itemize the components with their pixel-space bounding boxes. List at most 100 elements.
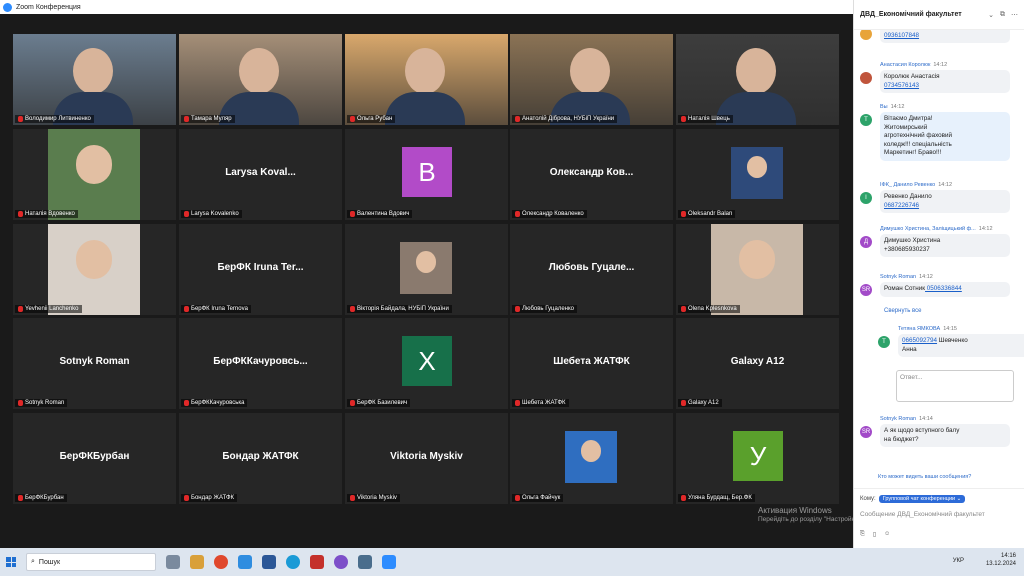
input-language[interactable]: УКР [953,558,964,564]
phone-link[interactable]: 0687226746 [884,202,919,209]
participant-name-label: Тамара Муляр [181,115,235,123]
profile-photo [711,224,803,315]
participant-name-label: Viktoria Myskiv [347,494,400,502]
message-bubble[interactable]: Вітаємо Дмитра! Житомирський агротехнічний… [880,112,1010,161]
participant-tile[interactable]: БерФККачуровсь... БерФККачуровська [179,318,342,409]
phone-link[interactable]: 0734576143 [884,82,919,89]
participant-name-label: Анатолій Діброва, НУБіП України [512,115,618,123]
face [738,240,776,279]
participant-name: Анатолій Діброва, НУБіП України [522,116,615,122]
message-time: 14:12 [919,274,933,280]
participant-tile[interactable]: БерФК Iruna Ter... БерФК Iruna Ternova [179,224,342,315]
participant-tile[interactable]: Ольга Рубан [345,34,508,125]
chat-messages[interactable]: Мальвіна Гутковська0936107848 Анастасия К… [854,30,1024,470]
muted-mic-icon [515,211,520,217]
reply-input[interactable]: Ответ... [896,370,1014,402]
participant-tile[interactable]: Бондар ЖАТФК Бондар ЖАТФК [179,413,342,504]
participant-tile[interactable]: Olena Kplesnkova [676,224,839,315]
muted-mic-icon [350,306,355,312]
participant-display-name: Larysa Koval... [225,167,296,178]
task-view-icon[interactable] [166,555,180,569]
participant-display-name: Viktoria Myskiv [390,451,463,462]
face [415,251,437,274]
phone-link[interactable]: 0936107848 [884,32,919,39]
muted-mic-icon [681,400,686,406]
phone-link[interactable]: 0665092794 [902,337,937,344]
participant-tile[interactable]: Viktoria Myskiv Viktoria Myskiv [345,413,508,504]
chat-header: ДВД_Економічний факультет ⌄ ⧉ ⋯ [854,0,1024,30]
participant-tile[interactable]: У Уляна Бурдащ, Бер.ФК [676,413,839,504]
more-icon[interactable]: ⋯ [1011,11,1018,19]
taskbar-search[interactable]: ⌕ Пошук [26,553,156,571]
muted-mic-icon [18,116,23,122]
message-bubble[interactable]: Ревенко Данило 0687226746 [880,190,1010,213]
screenshot-icon[interactable]: ⎘ [860,531,865,538]
chat-panel: ДВД_Економічний факультет ⌄ ⧉ ⋯ Мальвіна… [853,0,1024,548]
participant-tile[interactable]: Любовь Гуцале... Любовь Гуцаленко [510,224,673,315]
file-icon[interactable]: ▯ [873,531,876,538]
participant-tile[interactable]: Sotnyk Roman Sotnyk Roman [13,318,176,409]
participant-tile[interactable]: Larysa Koval... Larysa Kovalenko [179,129,342,220]
participant-tile[interactable]: Олександр Ков... Олександр Коваленко [510,129,673,220]
participant-name-label: Любовь Гуцаленко [512,305,577,313]
search-label: Пошук [38,558,61,566]
participant-tile[interactable]: Наталія Швець [676,34,839,125]
edge-icon[interactable] [286,555,300,569]
participant-tile[interactable]: Oleksandr Balan [676,129,839,220]
participant-tile[interactable]: Ольга Файчук [510,413,673,504]
chat-footer: Кому: Групповой чат конференции ⌄ Сообще… [854,488,1024,548]
message-bubble[interactable]: Роман Сотник 0506336844 [880,282,1010,297]
zoom-taskbar-icon[interactable] [382,555,396,569]
muted-mic-icon [681,306,686,312]
participant-tile[interactable]: Galaxy A12 Galaxy A12 [676,318,839,409]
mail-icon[interactable] [238,555,252,569]
participant-tile[interactable]: Тамара Муляр [179,34,342,125]
participant-name-label: БерФККачуровська [181,399,248,407]
participant-display-name: Galaxy A12 [730,356,785,367]
file-explorer-icon[interactable] [190,555,204,569]
message-input[interactable]: Сообщение ДВД_Економічний факультет [860,511,1020,518]
message-time: 14:14 [919,416,933,422]
participant-tile[interactable]: X БерФК Базилевич [345,318,508,409]
calculator-icon[interactable] [358,555,372,569]
participant-name: БерФК Базилевич [357,400,408,406]
chat-message: Мальвіна Гутковська0936107848 [860,30,1010,43]
message-bubble[interactable]: Королюк Анастасія 0734576143 [880,70,1010,93]
participant-display-name: Олександр Ков... [549,167,634,178]
participant-display-name: БерФКБурбан [59,451,130,462]
collapse-all-link[interactable]: Свернуть все [884,308,921,314]
participant-tile[interactable]: Анатолій Діброва, НУБіП України [510,34,673,125]
windows-start-icon[interactable] [6,557,16,567]
pdf-icon[interactable] [310,555,324,569]
phone-link[interactable]: 0506336844 [925,285,962,292]
message-bubble[interactable]: Мальвіна Гутковська0936107848 [880,30,1010,43]
message-bubble[interactable]: 0665092794 Шевченко Анна [898,334,1024,357]
participant-tile[interactable]: Наталія Вдовенко [13,129,176,220]
participant-name-label: Larysa Kovalenko [181,210,242,218]
video-gallery: Володимир Литвиненко Тамара Муляр Ольга Ру… [0,14,853,548]
message-sender: Тетяна ЯМКОВА 14:15 [898,326,957,332]
muted-mic-icon [184,306,189,312]
pop-out-icon[interactable]: ⧉ [1000,11,1005,19]
participant-tile[interactable]: Yevhenii Lanchenko [13,224,176,315]
viber-icon[interactable] [334,555,348,569]
participant-name: Тамара Муляр [191,116,232,122]
message-bubble[interactable]: Димушко Христина +380685930237 [880,234,1010,257]
person-silhouette [73,48,113,94]
emoji-icon[interactable]: ☺ [884,531,890,538]
chrome-icon[interactable] [214,555,228,569]
word-icon[interactable] [262,555,276,569]
message-bubble[interactable]: А як щодо вступного балу на бюджет? [880,424,1010,447]
participant-name-label: Ольга Рубан [347,115,396,123]
participant-tile[interactable]: B Валентина Вдович [345,129,508,220]
recipient-dropdown[interactable]: Групповой чат конференции ⌄ [878,495,966,503]
chevron-down-icon[interactable]: ⌄ [988,11,994,19]
who-can-see-link[interactable]: Кто может видеть ваши сообщения? [878,474,971,480]
participant-tile[interactable]: Володимир Литвиненко [13,34,176,125]
participant-tile[interactable]: БерФКБурбан БерФКБурбан [13,413,176,504]
participant-name: Sotnyk Roman [25,400,65,406]
participant-tile[interactable]: Шебета ЖАТФК Шебета ЖАТФК [510,318,673,409]
participant-name: Yevhenii Lanchenko [25,306,79,312]
participant-tile[interactable]: Вікторія Байдала, НУБіП України [345,224,508,315]
clock[interactable]: 14:16 13.12.2024 [986,552,1016,569]
